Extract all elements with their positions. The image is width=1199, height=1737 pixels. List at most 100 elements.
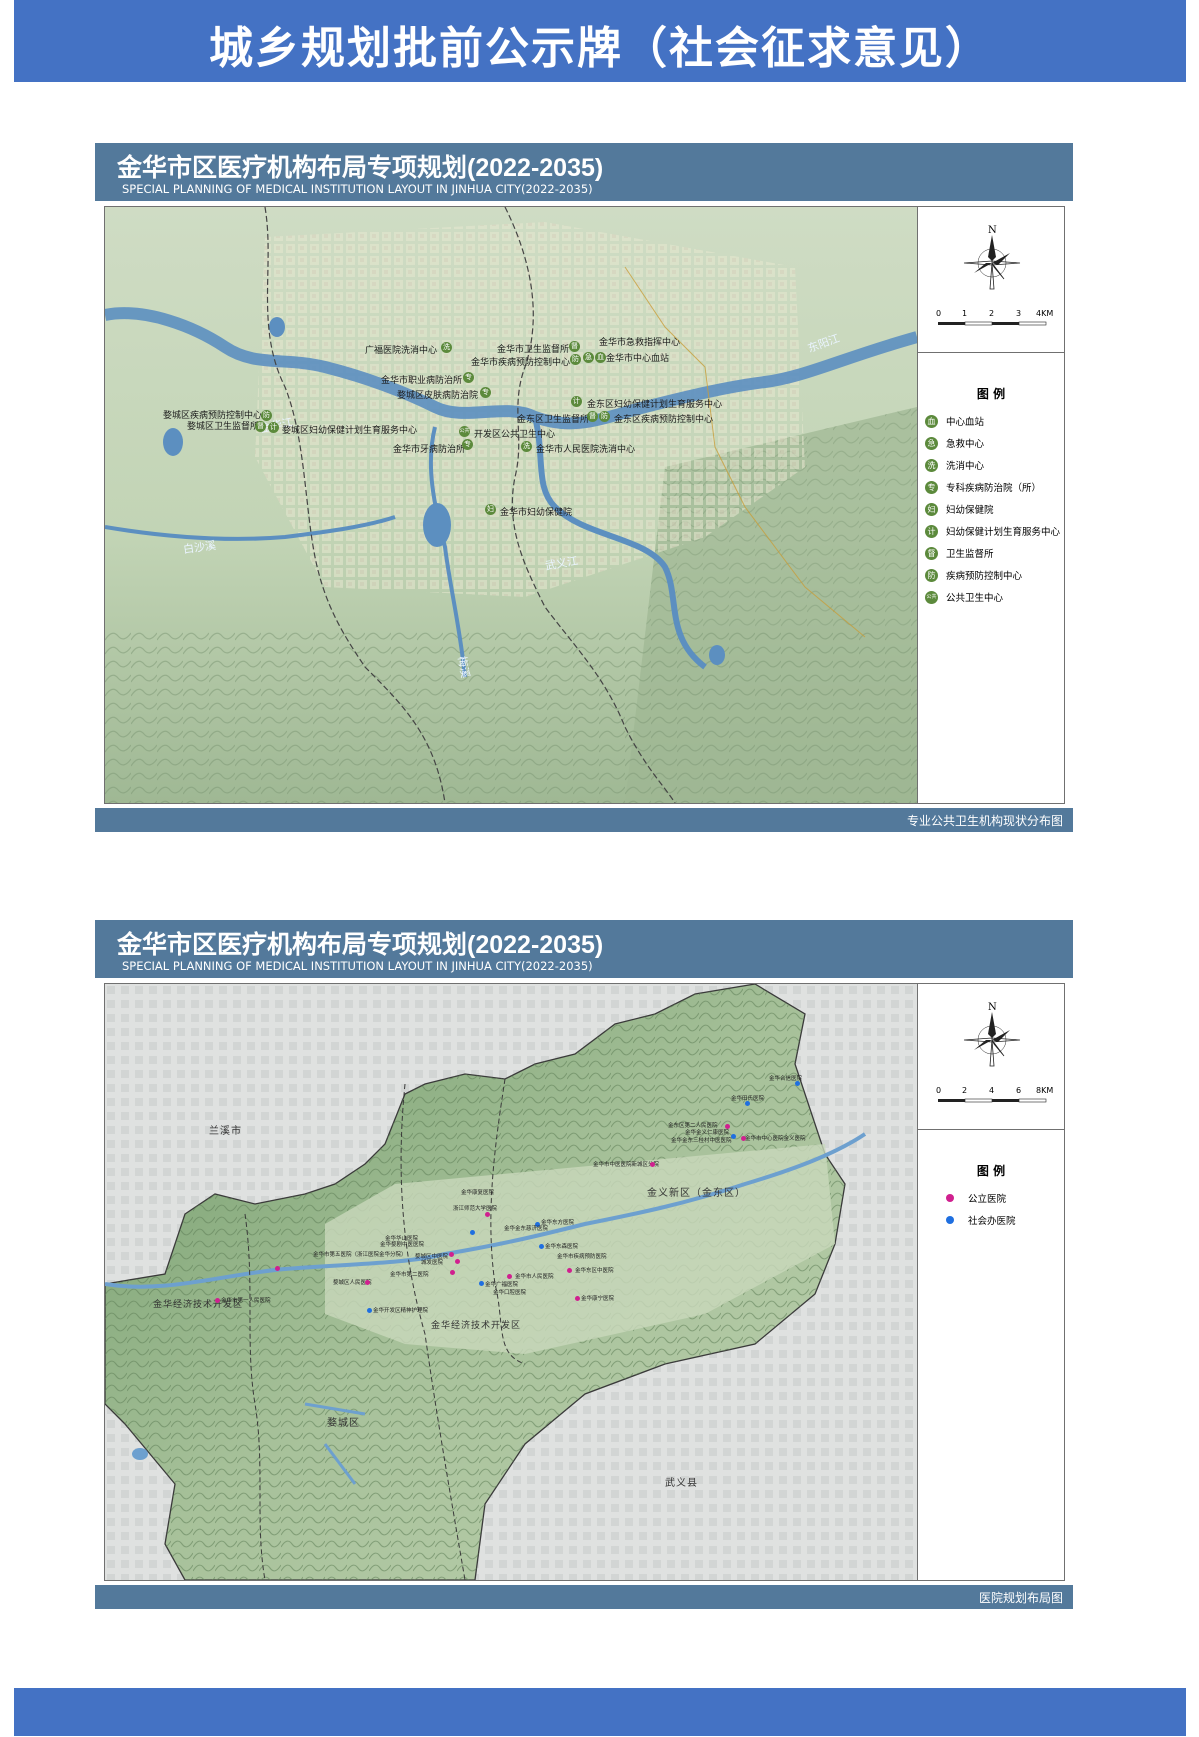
- facility-label: 金华市中心血站: [606, 354, 670, 364]
- legend-item: 妇妇幼保健院: [925, 501, 994, 517]
- legend-item: 计妇幼保健计划生育服务中心: [925, 523, 1060, 539]
- hospital-label: 婺城区中医院: [415, 1254, 449, 1260]
- legend-item: 防疾病预防控制中心: [925, 567, 1022, 583]
- hospital-label: 金华东区中医院: [575, 1268, 614, 1274]
- health-supervision-icon: 督: [925, 546, 938, 560]
- hospital-point[interactable]: [455, 1259, 460, 1264]
- public-health-center-icon[interactable]: 公共: [459, 426, 470, 437]
- scale-label: 3: [1016, 309, 1022, 318]
- hospital-point[interactable]: [275, 1266, 280, 1271]
- hospital-label: 金华口腔医院: [493, 1290, 527, 1296]
- hospital-point[interactable]: [650, 1162, 655, 1167]
- hospital-label: 金华市第二医院: [390, 1272, 429, 1278]
- disease-control-icon[interactable]: 防: [599, 411, 610, 422]
- hospital-point[interactable]: [367, 1308, 372, 1313]
- scale-label: 6: [1016, 1086, 1022, 1095]
- public-hospital-dot-icon: [946, 1194, 954, 1202]
- hospital-label: 金华市第一人民医院: [221, 1298, 271, 1304]
- blood-station-icon: 血: [925, 414, 938, 428]
- hospital-label: 金华华山医院: [385, 1236, 419, 1242]
- scale-label: 8KM: [1036, 1086, 1054, 1095]
- hospital-point[interactable]: [567, 1268, 572, 1273]
- facility-label: 婺城区妇幼保健计划生育服务中心: [282, 426, 418, 436]
- panel-footer: 专业公共卫生机构现状分布图: [95, 808, 1073, 832]
- panel-subtitle: SPECIAL PLANNING OF MEDICAL INSTITUTION …: [122, 959, 593, 973]
- hospital-point[interactable]: [215, 1298, 220, 1303]
- hospital-label: 金华金东慈济医院: [504, 1226, 549, 1232]
- page-title: 城乡规划批前公示牌（社会征求意见）: [209, 23, 991, 74]
- hospital-label: 金华东森医院: [545, 1244, 579, 1250]
- emergency-center-icon: 急: [925, 436, 938, 450]
- panel-title: 金华市区医疗机构布局专项规划(2022-2035): [117, 154, 604, 182]
- scale-label: 2: [962, 1086, 968, 1095]
- header-banner: 城乡规划批前公示牌（社会征求意见）: [14, 0, 1186, 82]
- hospital-point[interactable]: [365, 1280, 370, 1285]
- specialty-clinic-icon[interactable]: 专: [463, 372, 474, 383]
- family-planning-icon: 计: [925, 524, 938, 538]
- hospital-point[interactable]: [479, 1281, 484, 1286]
- legend-item: 公立医院: [942, 1190, 1006, 1206]
- legend-item: 急急救中心: [925, 435, 984, 451]
- blood-station-icon[interactable]: 血: [595, 352, 606, 363]
- scale-label: 0: [936, 309, 942, 318]
- hospital-point[interactable]: [449, 1252, 454, 1257]
- place-label: 金华经济技术开发区: [431, 1321, 522, 1331]
- disease-control-icon[interactable]: 防: [570, 354, 581, 365]
- map-frame: 兰溪市 金义新区（金东区） 金华经济技术开发区 金华经济技术开发区 婺城区 武义…: [104, 983, 1065, 1581]
- place-label: 金义新区（金东区）: [647, 1188, 746, 1199]
- health-supervision-icon[interactable]: 督: [587, 411, 598, 422]
- washing-center-icon[interactable]: 洗: [521, 441, 532, 452]
- private-hospital-dot-icon: [946, 1216, 954, 1224]
- legend-item: 专专科疾病防治院（所）: [925, 479, 1041, 495]
- hospital-point[interactable]: [470, 1230, 475, 1235]
- disease-control-icon[interactable]: 防: [261, 410, 272, 421]
- hospital-label: 金华市人民医院: [515, 1274, 554, 1280]
- facility-label: 金华市牙病防治所: [393, 445, 466, 455]
- washing-center-icon[interactable]: 洗: [441, 342, 452, 353]
- hospital-point[interactable]: [507, 1274, 512, 1279]
- hospital-point[interactable]: [575, 1296, 580, 1301]
- hospital-point[interactable]: [539, 1244, 544, 1249]
- facility-label: 婺城区皮肤病防治院: [397, 391, 479, 401]
- map-hospital-layout[interactable]: 兰溪市 金义新区（金东区） 金华经济技术开发区 金华经济技术开发区 婺城区 武义…: [105, 984, 918, 1580]
- facility-label: 婺城区卫生监督所: [187, 422, 260, 432]
- specialty-clinic-icon[interactable]: 专: [462, 439, 473, 450]
- panel-header: 金华市区医疗机构布局专项规划(2022-2035) SPECIAL PLANNI…: [95, 920, 1073, 978]
- hospital-label: 浙江师范大学医院: [453, 1206, 498, 1212]
- legend-title: 图 例: [976, 387, 1006, 401]
- specialty-clinic-icon[interactable]: 专: [480, 387, 491, 398]
- facility-label: 金华市疾病预防控制中心: [471, 358, 571, 368]
- hospital-label: 金华康宁医院: [581, 1296, 615, 1302]
- legend-item: 血中心血站: [925, 413, 984, 429]
- hospital-label: 金华金东三桂村中医医院: [671, 1138, 732, 1144]
- compass-icon: [963, 1012, 1021, 1067]
- hospital-label: 金华康复医院: [461, 1190, 495, 1196]
- facility-label: 金东区疾病预防控制中心: [614, 415, 714, 425]
- facility-label: 金华市人民医院洗消中心: [536, 445, 636, 455]
- family-planning-icon[interactable]: 计: [571, 396, 582, 407]
- facility-label: 广福医院洗消中心: [365, 346, 438, 356]
- hospital-point[interactable]: [485, 1212, 490, 1217]
- family-planning-icon[interactable]: 计: [268, 422, 279, 433]
- scale-bar: 0 2 4 6 8KM: [936, 1086, 1053, 1110]
- emergency-center-icon[interactable]: 急: [583, 352, 594, 363]
- hospital-point[interactable]: [795, 1081, 800, 1086]
- map-sidebar: N 0 2 4 6 8KM 图 例 公立医院 社会办医院: [918, 984, 1064, 1580]
- place-label: 武义县: [665, 1478, 698, 1489]
- legend-title: 图 例: [976, 1164, 1006, 1178]
- hospital-point[interactable]: [741, 1136, 746, 1141]
- hospital-label: 金华市中心医院金义医院: [745, 1136, 806, 1142]
- hospital-label: 金华广福医院: [485, 1282, 519, 1288]
- hospital-point[interactable]: [745, 1101, 750, 1106]
- legend-item: 洗洗消中心: [925, 457, 984, 473]
- maternal-child-hospital-icon[interactable]: 妇: [485, 504, 496, 515]
- panel-header: 金华市区医疗机构布局专项规划(2022-2035) SPECIAL PLANNI…: [95, 143, 1073, 201]
- scale-label: 4: [989, 1086, 995, 1095]
- facility-label: 金华市急救指挥中心: [599, 338, 681, 348]
- health-supervision-icon[interactable]: 督: [569, 341, 580, 352]
- health-supervision-icon[interactable]: 督: [255, 421, 266, 432]
- panel-subtitle: SPECIAL PLANNING OF MEDICAL INSTITUTION …: [122, 182, 593, 196]
- hospital-point[interactable]: [450, 1270, 455, 1275]
- scale-label: 4KM: [1036, 309, 1054, 318]
- map-public-health[interactable]: 金华江 东阳江 白沙溪 武义江 梅溪 广福医院洗消中心 洗 金华市卫生监督所 督…: [105, 207, 918, 803]
